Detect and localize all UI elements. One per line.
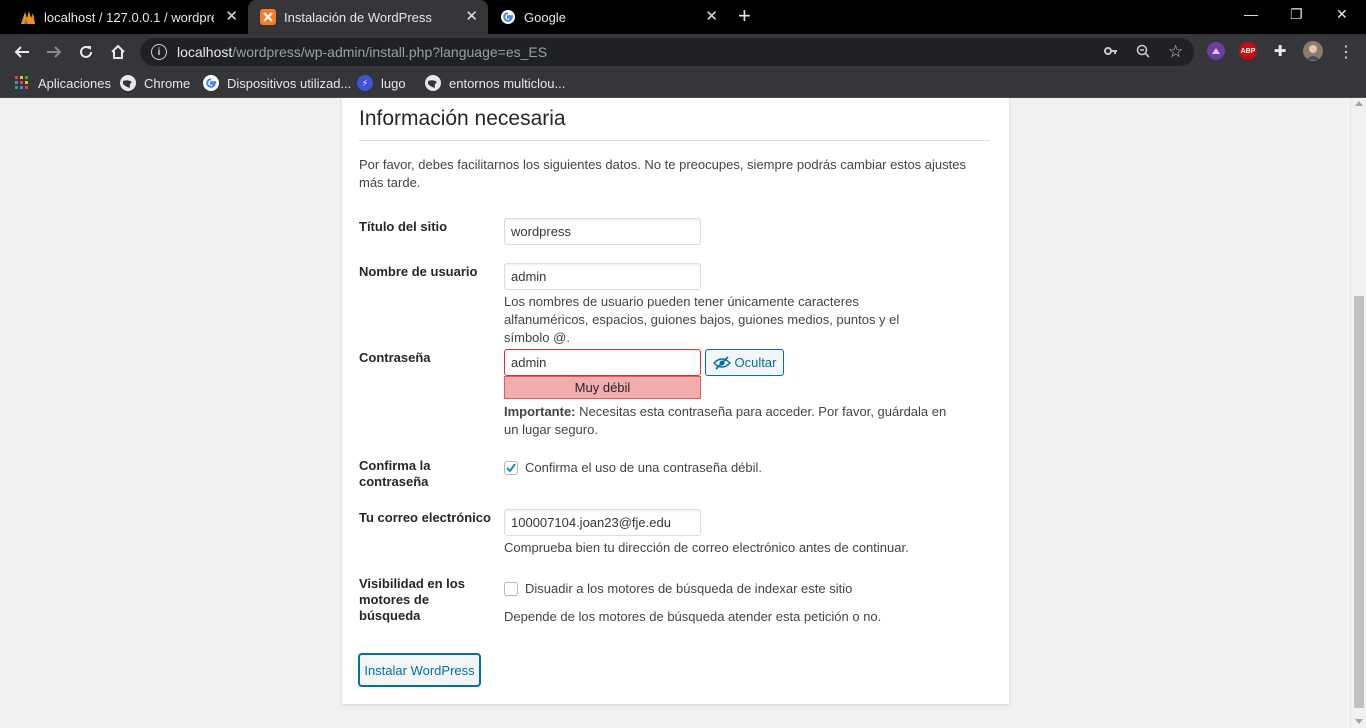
username-label: Nombre de usuario xyxy=(359,264,478,279)
password-strength-meter: Muy débil xyxy=(504,376,701,399)
minimize-icon[interactable]: — xyxy=(1244,6,1258,22)
google-icon xyxy=(203,75,219,91)
tab-title: Instalación de WordPress xyxy=(284,9,432,25)
extension-purple-icon[interactable] xyxy=(1207,42,1225,60)
page-title: Información necesaria xyxy=(359,107,990,141)
scroll-up-icon[interactable] xyxy=(1355,101,1363,106)
globe-icon xyxy=(120,75,136,91)
avatar[interactable] xyxy=(1303,41,1323,61)
email-hint: Comprueba bien tu dirección de correo el… xyxy=(504,540,909,555)
site-title-input[interactable]: wordpress xyxy=(504,218,701,245)
menu-kebab-icon[interactable]: ⋮ xyxy=(1335,41,1357,63)
username-hint: Los nombres de usuario pueden tener únic… xyxy=(504,294,900,345)
xampp-icon xyxy=(260,9,276,25)
adblock-icon[interactable]: ABP xyxy=(1239,42,1257,60)
phpmyadmin-icon xyxy=(20,9,36,25)
bookmark-chrome[interactable]: Chrome xyxy=(120,75,190,91)
password-label: Contraseña xyxy=(359,350,431,365)
new-tab-button[interactable]: + xyxy=(738,5,751,27)
password-important-note: Importante: Necesitas esta contraseña pa… xyxy=(504,404,947,437)
tab-phpmyadmin[interactable]: localhost / 127.0.0.1 / wordpress ✕ xyxy=(8,0,248,34)
back-icon[interactable] xyxy=(11,41,33,63)
close-tab-icon[interactable]: ✕ xyxy=(705,9,718,25)
checkmark-icon xyxy=(506,463,516,473)
eye-slash-icon xyxy=(712,355,731,370)
close-tab-icon[interactable]: ✕ xyxy=(225,9,238,25)
install-wordpress-button[interactable]: Instalar WordPress xyxy=(359,654,480,686)
page-scrollbar[interactable] xyxy=(1350,98,1366,728)
bookmarks-bar: Aplicaciones Chrome Dispositivos utiliza… xyxy=(0,70,1366,98)
search-visibility-label: Visibilidad en los motores de búsqueda xyxy=(359,576,465,623)
key-icon[interactable] xyxy=(1104,44,1118,61)
restore-icon[interactable]: ❐ xyxy=(1290,6,1303,23)
tab-wordpress-install[interactable]: Instalación de WordPress ✕ xyxy=(248,0,488,34)
site-info-icon[interactable]: i xyxy=(151,44,167,60)
bookmark-star-icon[interactable]: ☆ xyxy=(1168,42,1183,62)
reload-icon[interactable] xyxy=(75,41,97,63)
email-label: Tu correo electrónico xyxy=(359,510,491,525)
tab-strip: localhost / 127.0.0.1 / wordpress ✕ Inst… xyxy=(0,0,1366,34)
forward-icon[interactable] xyxy=(43,41,65,63)
install-form-card: Información necesaria Por favor, debes f… xyxy=(342,98,1009,704)
google-icon xyxy=(500,9,516,25)
intro-text: Por favor, debes facilitarnos los siguie… xyxy=(359,157,966,190)
bookmark-lugo[interactable]: ⚡ lugo xyxy=(357,75,406,91)
address-bar[interactable]: i localhost/wordpress/wp-admin/install.p… xyxy=(140,38,1194,66)
discourage-search-engines-label[interactable]: Disuadir a los motores de búsqueda de in… xyxy=(525,581,852,596)
page-viewport: Información necesaria Por favor, debes f… xyxy=(0,98,1350,728)
home-icon[interactable] xyxy=(107,41,129,63)
scroll-down-icon[interactable] xyxy=(1355,719,1363,724)
confirm-weak-password-label[interactable]: Confirma el uso de una contraseña débil. xyxy=(525,460,762,475)
tab-title: localhost / 127.0.0.1 / wordpress xyxy=(44,9,214,25)
zoom-icon[interactable] xyxy=(1136,44,1150,61)
site-title-label: Título del sitio xyxy=(359,219,448,234)
globe-icon xyxy=(425,75,441,91)
apps-grid-icon xyxy=(14,75,30,91)
bookmark-dispositivos[interactable]: Dispositivos utilizad... xyxy=(203,75,351,91)
confirm-weak-password-checkbox[interactable] xyxy=(504,461,518,475)
search-visibility-hint: Depende de los motores de búsqueda atend… xyxy=(504,609,882,624)
bookmark-entornos[interactable]: entornos multiclou... xyxy=(425,75,565,91)
bookmark-apps[interactable]: Aplicaciones xyxy=(14,75,111,91)
close-window-icon[interactable]: ✕ xyxy=(1336,6,1348,23)
hide-password-button[interactable]: Ocultar xyxy=(705,349,784,376)
email-input[interactable]: 100007104.joan23@fje.edu xyxy=(504,509,701,536)
username-input[interactable]: admin xyxy=(504,263,701,290)
extensions-puzzle-icon[interactable]: ✚ xyxy=(1271,42,1289,60)
url-text: localhost/wordpress/wp-admin/install.php… xyxy=(177,44,548,60)
browser-toolbar: i localhost/wordpress/wp-admin/install.p… xyxy=(0,34,1366,70)
tab-title: Google xyxy=(524,9,566,25)
close-tab-icon[interactable]: ✕ xyxy=(465,9,478,25)
confirm-password-label: Confirma la contraseña xyxy=(359,458,431,489)
tab-google[interactable]: Google ✕ xyxy=(488,0,728,34)
discourage-search-engines-checkbox[interactable] xyxy=(504,582,518,596)
bolt-icon: ⚡ xyxy=(357,75,373,91)
scrollbar-thumb[interactable] xyxy=(1354,296,1364,708)
password-input[interactable]: admin xyxy=(504,349,701,376)
